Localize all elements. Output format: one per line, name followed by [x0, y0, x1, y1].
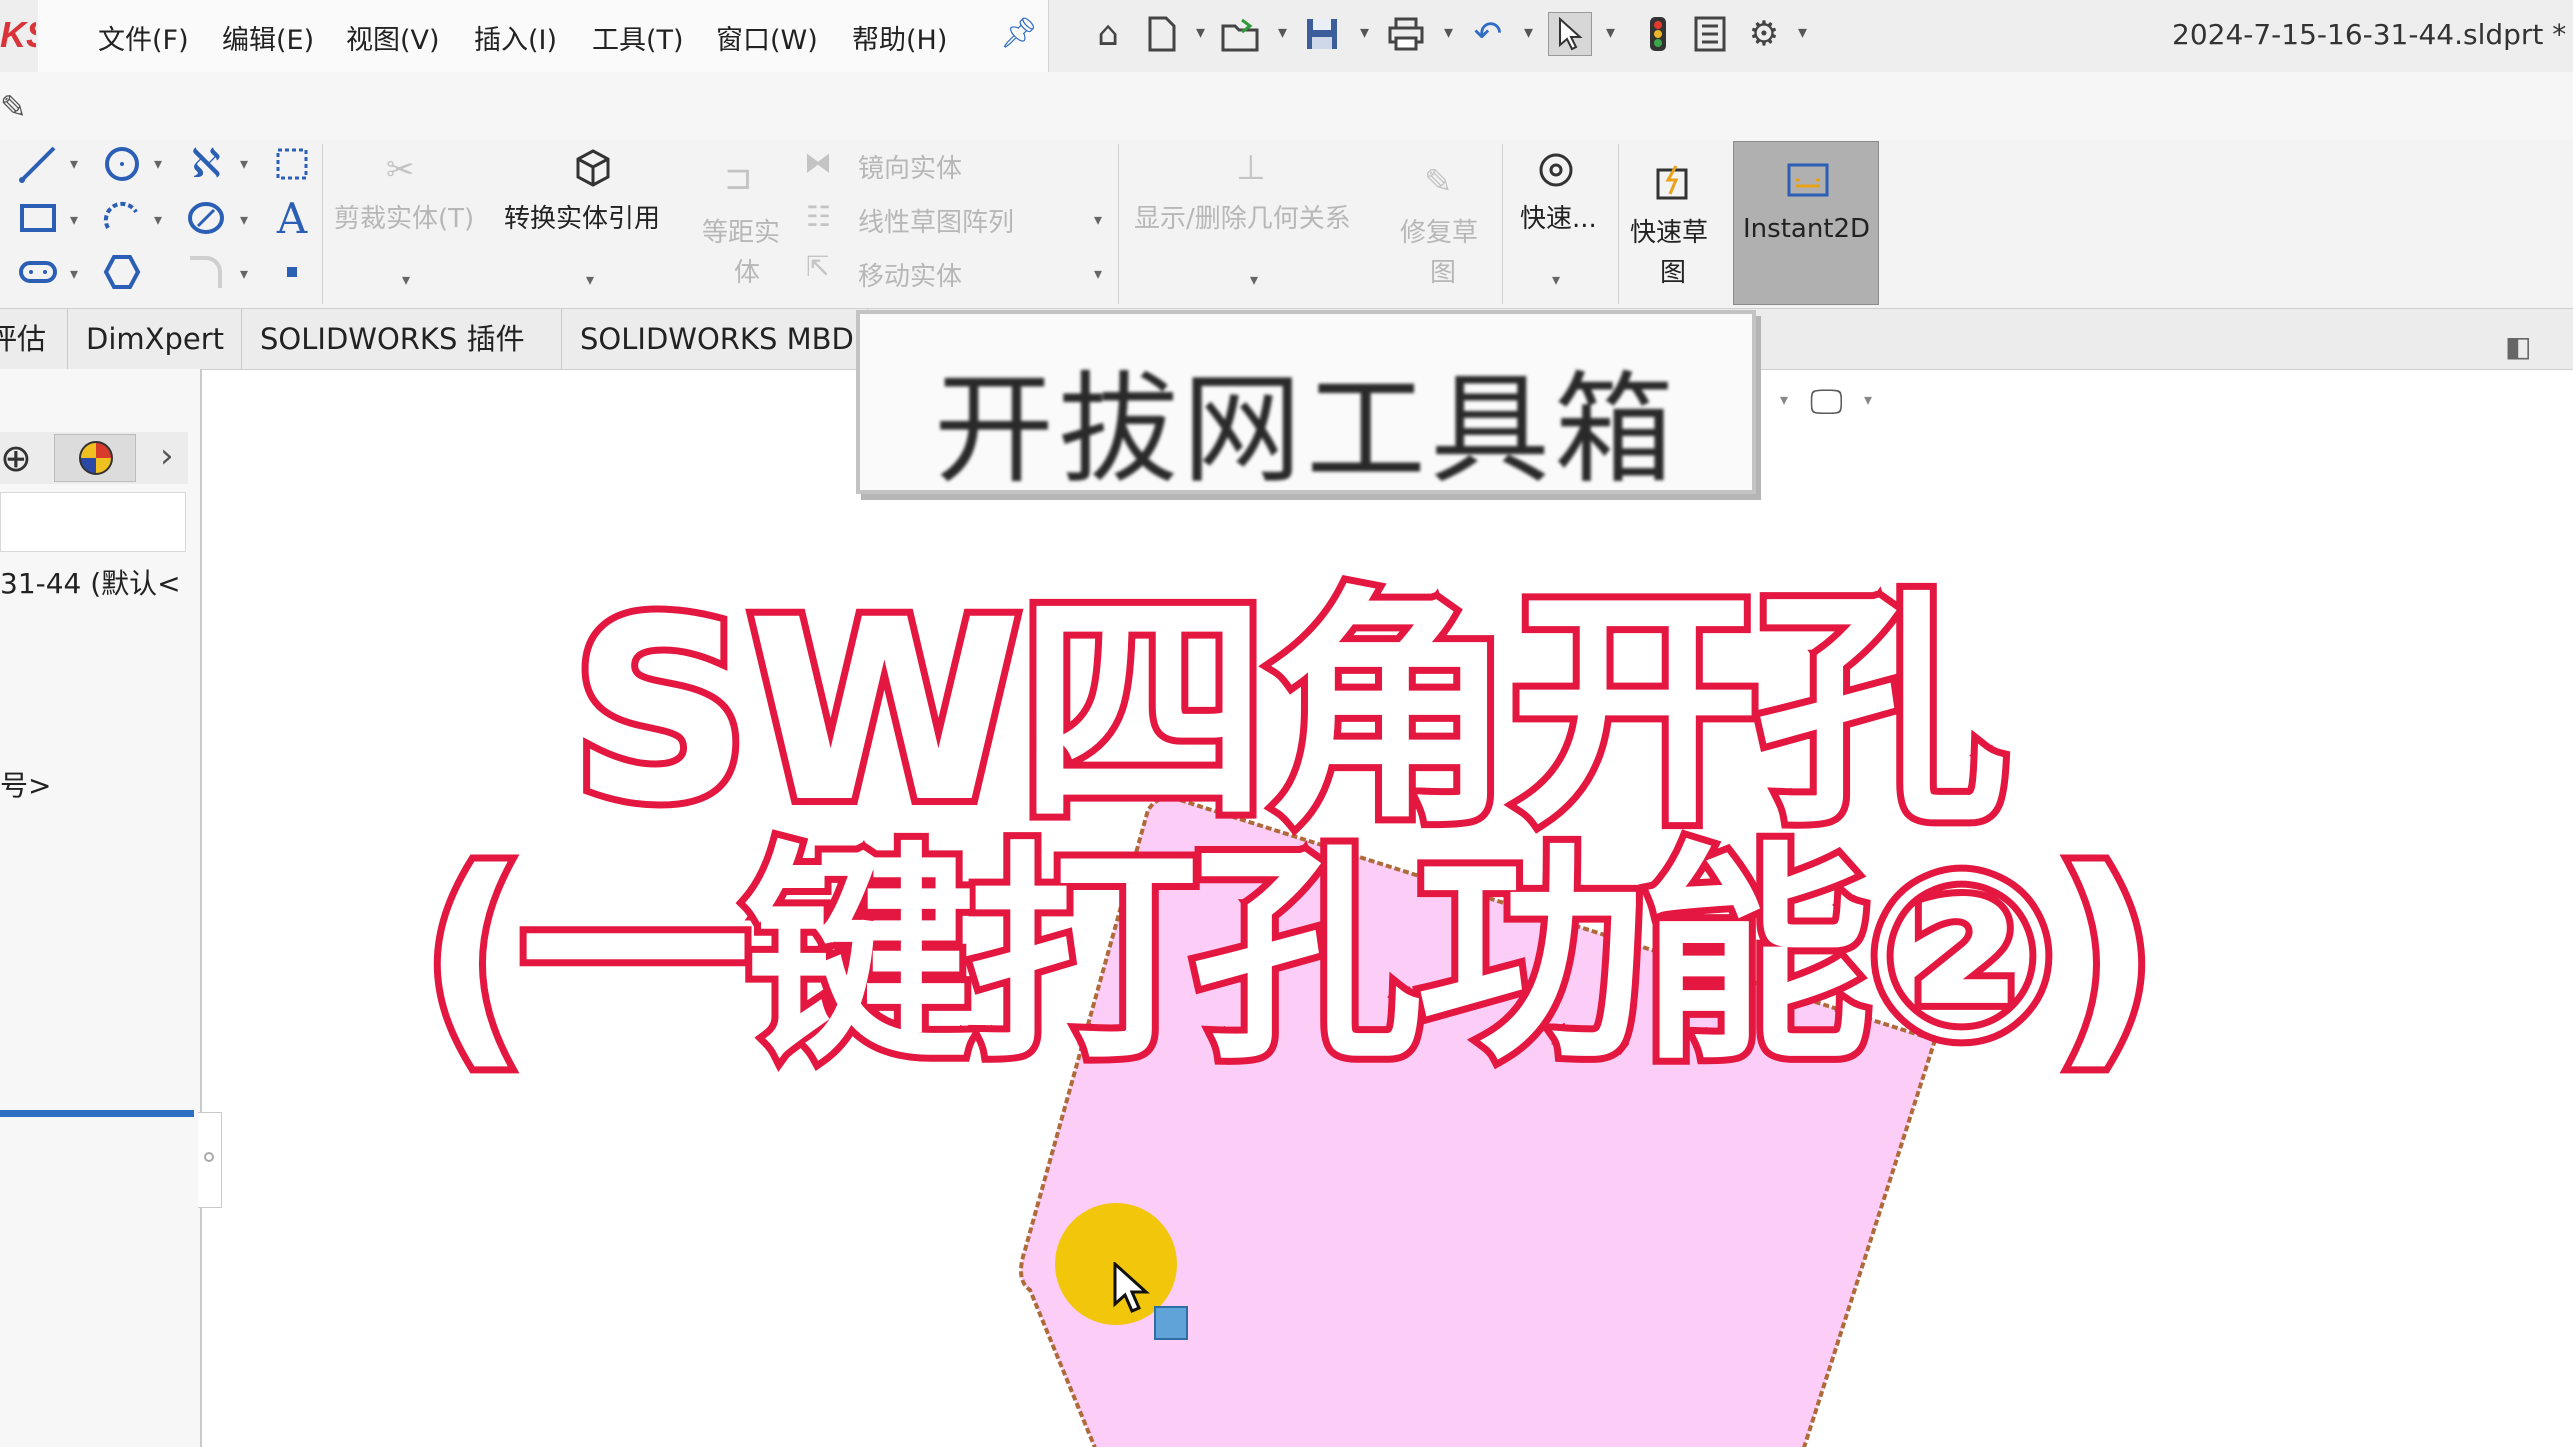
sketch-point-badge-icon — [1154, 1306, 1188, 1340]
toolbox-title: 开拔网工具箱 — [934, 361, 1678, 500]
video-title-line-2: (一键打孔功能②) — [414, 817, 2165, 1098]
mouse-pointer-icon — [1113, 1262, 1150, 1313]
toolbox-banner: 开拔网工具箱 — [856, 310, 1756, 500]
